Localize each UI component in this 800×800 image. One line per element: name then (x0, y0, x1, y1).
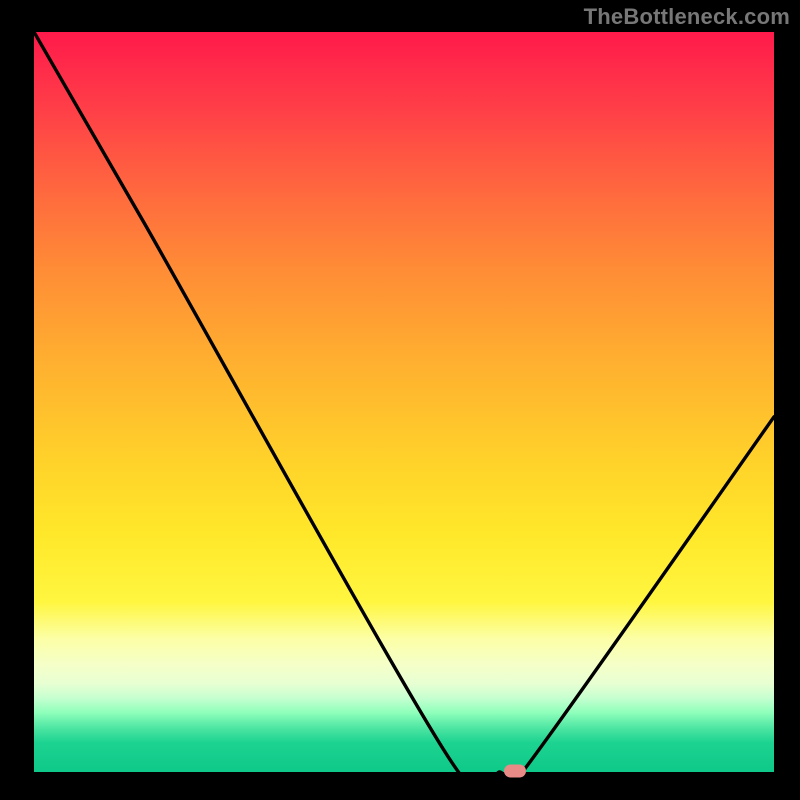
bottleneck-plot (34, 32, 774, 772)
watermark-text: TheBottleneck.com (584, 4, 790, 30)
chart-frame: TheBottleneck.com (0, 0, 800, 800)
gradient-background (34, 32, 774, 772)
